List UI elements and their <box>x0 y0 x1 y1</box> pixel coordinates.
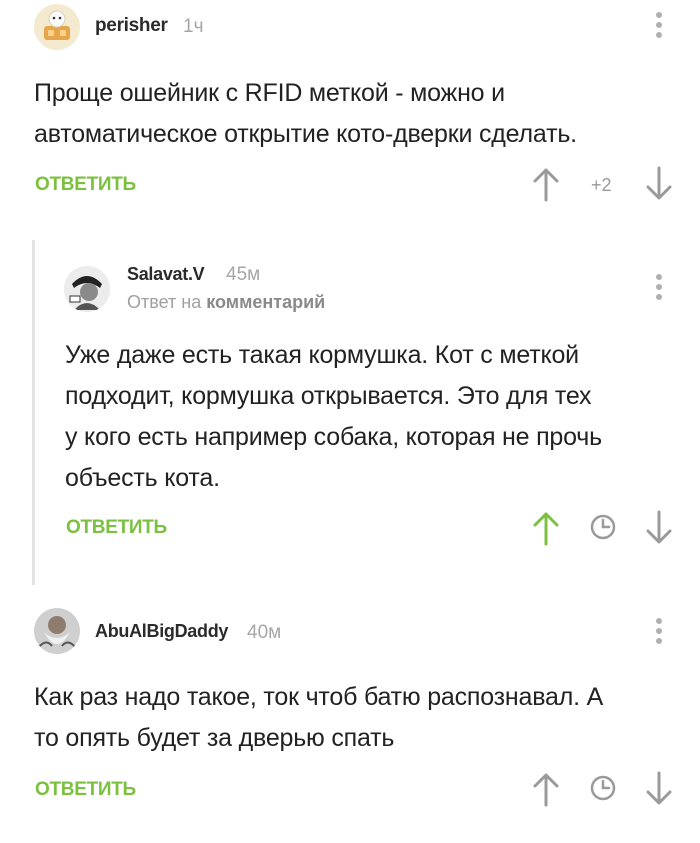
rating-count: +2 <box>591 175 612 195</box>
comment-text-line: автоматическое открытие кото-дверки сдел… <box>34 120 577 148</box>
comment-salavat: Salavat.V 45м Ответ на комментарий Уже д… <box>0 240 700 585</box>
arrow-down-icon <box>646 166 672 200</box>
bearded-man-avatar-image <box>34 608 80 654</box>
comment-text: Как раз надо такое, ток чтоб батю распоз… <box>34 677 603 759</box>
upvote-button[interactable] <box>531 771 561 807</box>
timestamp: 40м <box>247 622 282 643</box>
clock-icon <box>590 514 616 540</box>
arrow-down-icon <box>646 510 672 544</box>
comment-text-line: Уже даже есть такая кормушка. Кот с метк… <box>65 341 579 369</box>
reply-button[interactable]: ОТВЕТИТЬ <box>35 779 136 801</box>
upvote-button[interactable] <box>531 510 561 546</box>
comment-abualbigdaddy: AbuAlBigDaddy 40м Как раз надо такое, то… <box>0 600 700 843</box>
more-menu-button[interactable] <box>653 10 665 40</box>
reply-to-comment-link[interactable]: комментарий <box>206 292 325 312</box>
comment-text-line: объесть кота. <box>65 464 220 492</box>
save-later-button[interactable] <box>588 771 618 807</box>
comment-text: Проще ошейник с RFID меткой - можно и ав… <box>34 73 577 155</box>
timestamp: 45м <box>226 264 261 285</box>
arrow-up-icon <box>533 512 559 546</box>
username[interactable]: Salavat.V <box>127 264 205 285</box>
username[interactable]: perisher <box>95 15 168 37</box>
reply-to-prefix: Ответ на <box>127 292 202 312</box>
reply-button[interactable]: ОТВЕТИТЬ <box>66 517 167 539</box>
comment-text-line: подходит, кормушка открывается. Это для … <box>65 382 592 410</box>
arrow-up-icon <box>533 168 559 202</box>
comment-text: Уже даже есть такая кормушка. Кот с метк… <box>65 335 602 499</box>
comment-text-line: Как раз надо такое, ток чтоб батю распоз… <box>34 683 604 711</box>
grayscale-avatar-image <box>64 266 110 312</box>
arrow-up-icon <box>533 773 559 807</box>
clock-icon <box>590 775 616 801</box>
avatar[interactable] <box>34 4 80 50</box>
avatar[interactable] <box>64 266 110 312</box>
arrow-down-icon <box>646 771 672 805</box>
timestamp: 1ч <box>183 16 204 37</box>
upvote-button[interactable] <box>531 166 561 202</box>
username[interactable]: AbuAlBigDaddy <box>95 621 228 642</box>
more-menu-button[interactable] <box>653 616 665 646</box>
comment-text-line: у кого есть например собака, которая не … <box>65 423 602 451</box>
downvote-button[interactable] <box>644 166 674 202</box>
downvote-button[interactable] <box>644 771 674 807</box>
downvote-button[interactable] <box>644 510 674 546</box>
more-menu-button[interactable] <box>653 272 665 302</box>
comment-text-line: то опять будет за дверью спать <box>34 724 395 752</box>
comment-perisher: perisher 1ч Проще ошейник с RFID меткой … <box>0 0 700 230</box>
reply-button[interactable]: ОТВЕТИТЬ <box>35 174 136 196</box>
save-later-button[interactable] <box>588 510 618 546</box>
avatar[interactable] <box>34 608 80 654</box>
comment-text-line: Проще ошейник с RFID меткой - можно и <box>34 79 505 107</box>
doge-avatar-image <box>34 4 80 50</box>
reply-to-info: Ответ на комментарий <box>127 292 325 313</box>
